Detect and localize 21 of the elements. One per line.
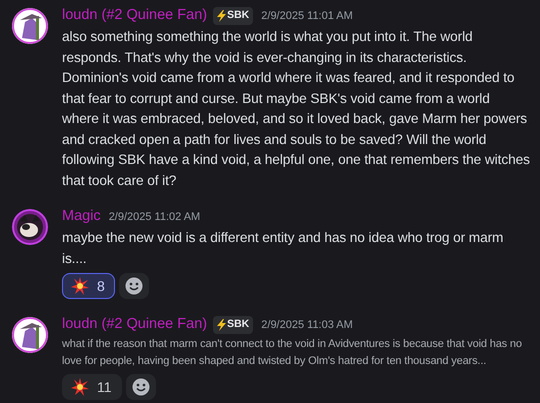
reaction-button[interactable]: 8: [62, 273, 115, 299]
message-text: maybe the new void is a different entity and has no idea who trog or marm is....: [62, 229, 504, 268]
timestamp: 2/9/2025 11:03 AM: [261, 318, 353, 333]
lightning-icon: [217, 319, 226, 331]
server-tag: SBK: [213, 316, 254, 334]
add-reaction-button[interactable]: [118, 273, 149, 299]
add-reaction-button[interactable]: [126, 374, 156, 400]
timestamp: 2/9/2025 11:01 AM: [261, 8, 353, 24]
message-text: also something something the world is what you put into it. The world responds. That's why the void is ever-changing in its characteristics. Dominion's void came from a world where it was feared, and it responded to that fear to corrupt and curse. But maybe SBK's void came from a world where it was embraced, beloved, and so it loved back, gave Marm her powers and cracked open a path for lives and souls to be saved? Will the world following SBK have a kind void, a helpful one, one that remembers the witches that took care of it?: [62, 28, 530, 190]
username[interactable]: loudn (#2 Quinee Fan): [62, 5, 208, 27]
username[interactable]: loudn (#2 Quinee Fan): [62, 314, 208, 336]
lightning-icon: [217, 10, 226, 22]
server-tag: SBK: [213, 7, 254, 25]
smiley-icon: [124, 277, 143, 295]
timestamp: 2/9/2025 11:02 AM: [108, 210, 200, 225]
reaction-button[interactable]: 11: [62, 374, 122, 400]
message-text: what if the reason that marm can't connect to the void in Avidventures is because that void has no love for people, having been shaped and twisted by Olm's hatred for ten thousand years...: [62, 337, 523, 369]
burst-icon: [71, 378, 89, 396]
burst-icon: [71, 277, 89, 295]
username[interactable]: Magic: [62, 206, 101, 228]
smiley-icon: [132, 378, 150, 396]
